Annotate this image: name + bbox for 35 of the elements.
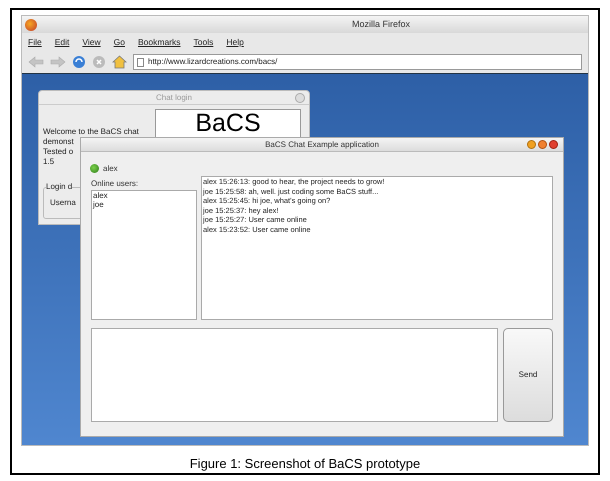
intro-text: demonst xyxy=(43,137,75,147)
intro-text: Tested o xyxy=(43,147,74,157)
stop-icon[interactable] xyxy=(92,55,106,69)
logo-text: BaCS xyxy=(195,110,261,137)
menu-item[interactable]: View xyxy=(82,36,101,48)
send-button[interactable]: Send xyxy=(503,328,553,422)
user-status-icon xyxy=(90,164,99,173)
window-title: BaCS Chat Example application xyxy=(265,138,379,150)
online-users-label: Online users: xyxy=(91,178,140,190)
intro-text: Welcome to the BaCS chat xyxy=(43,127,139,137)
message-input[interactable] xyxy=(91,328,498,422)
window-title: Mozilla Firefox xyxy=(352,18,410,31)
username-label: Userna xyxy=(50,198,76,208)
menu-item[interactable]: Help xyxy=(226,36,244,48)
maximize-icon[interactable] xyxy=(538,140,547,149)
back-arrow-icon[interactable] xyxy=(28,56,44,68)
figure-caption: Figure 1: Screenshot of BaCS prototype xyxy=(190,454,420,473)
current-user: alex xyxy=(103,162,118,174)
menu-item[interactable]: Edit xyxy=(54,36,70,48)
address-field[interactable]: http://www.lizardcreations.com/bacs/ xyxy=(133,54,582,70)
menu-item[interactable]: Tools xyxy=(194,36,214,48)
intro-text: 1.5 xyxy=(43,157,56,167)
user-list-item[interactable]: joe xyxy=(93,200,195,209)
page-icon xyxy=(137,58,144,66)
home-icon[interactable] xyxy=(112,55,127,69)
minimize-icon[interactable] xyxy=(527,140,536,149)
user-list-item[interactable]: alex xyxy=(93,191,195,200)
window-title: Chat login xyxy=(156,92,192,104)
menu-item[interactable]: File xyxy=(28,36,42,48)
close-icon[interactable] xyxy=(549,140,558,149)
group-label: Login d xyxy=(46,182,72,192)
menu-item[interactable]: Go xyxy=(114,36,125,48)
reload-icon[interactable] xyxy=(72,55,86,69)
menu-item[interactable]: Bookmarks xyxy=(138,36,180,48)
forward-arrow-icon[interactable] xyxy=(50,56,66,68)
